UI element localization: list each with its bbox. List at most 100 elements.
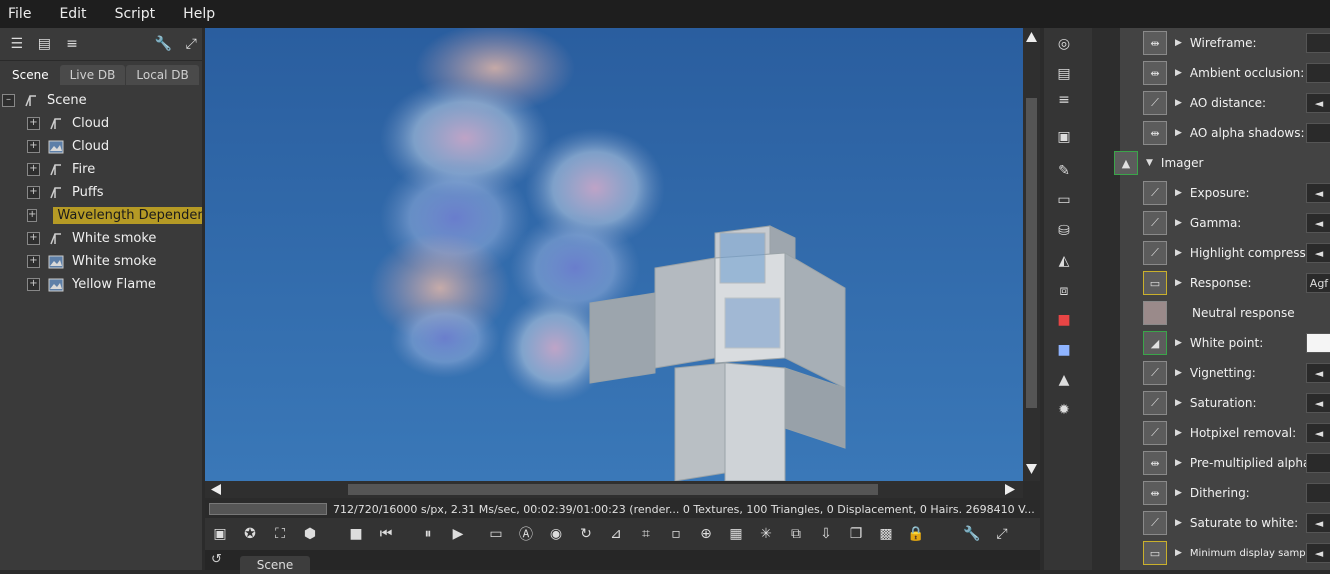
expand-arrow-icon[interactable]: ▶ — [1175, 68, 1182, 78]
cube-icon[interactable]: ⬢ — [299, 523, 321, 545]
layers-icon[interactable]: ❐ — [845, 523, 867, 545]
lock-icon[interactable]: 🔒 — [905, 523, 927, 545]
prop-row[interactable]: ⇹ ▶ Ambient occlusion: — [1120, 58, 1330, 88]
image-icon[interactable]: ▣ — [1054, 127, 1074, 147]
prop-row[interactable]: ⇹ ▶ AO alpha shadows: — [1120, 118, 1330, 148]
prop-row[interactable]: ⟋ ▶ Saturation: ◄ — [1120, 388, 1330, 418]
prop-row[interactable]: ⟋ ▶ Vignetting: ◄ — [1120, 358, 1330, 388]
tab-scene-bottom[interactable]: Scene — [240, 556, 310, 574]
tree-root[interactable]: – Scene — [0, 89, 202, 112]
value-stepper[interactable]: ◄ — [1306, 213, 1330, 233]
expand-arrow-icon[interactable]: ▶ — [1175, 428, 1182, 438]
expand-arrow-icon[interactable]: ▶ — [1175, 458, 1182, 468]
light-icon[interactable]: ✹ — [1054, 400, 1074, 420]
menu-file[interactable]: File — [8, 6, 31, 22]
material-icon[interactable]: ■ — [1054, 310, 1074, 330]
display-icon[interactable]: ▭ — [1054, 190, 1074, 210]
cube-icon[interactable]: ■ — [1054, 340, 1074, 360]
expand-arrow-icon[interactable]: ▶ — [1175, 98, 1182, 108]
expand-icon[interactable]: + — [27, 278, 40, 291]
tree-item[interactable]: + White smoke — [0, 250, 202, 273]
expand-icon[interactable]: + — [27, 186, 40, 199]
shape-icon[interactable]: ◭ — [1054, 251, 1074, 271]
value-stepper[interactable]: ◄ — [1306, 423, 1330, 443]
expand-arrow-icon[interactable]: ▶ — [1175, 548, 1182, 558]
play-icon[interactable]: ▶ — [447, 523, 469, 545]
measure-icon[interactable]: ⊿ — [605, 523, 627, 545]
refresh-icon[interactable]: ↺ — [211, 552, 222, 567]
expand-icon[interactable]: + — [27, 140, 40, 153]
float-pin-icon[interactable]: ⟋ — [1143, 211, 1167, 235]
texture-icon[interactable]: ⧈ — [1054, 281, 1074, 301]
expand-icon[interactable]: + — [27, 163, 40, 176]
tree-item[interactable]: + White smoke — [0, 227, 202, 250]
af-icon[interactable]: Ⓐ — [515, 523, 537, 545]
value-stepper[interactable]: ◄ — [1306, 363, 1330, 383]
toggle-pin-icon[interactable]: ⇹ — [1143, 61, 1167, 85]
expand-arrow-icon[interactable]: ▶ — [1175, 368, 1182, 378]
expand-arrow-icon[interactable]: ▶ — [1175, 128, 1182, 138]
tree-item-selected[interactable]: + Wavelength Dependen — [0, 204, 202, 227]
float-pin-icon[interactable]: ⟋ — [1143, 241, 1167, 265]
prop-row[interactable]: ⟋ ▶ Gamma: ◄ — [1120, 208, 1330, 238]
list-icon[interactable]: ☰ — [6, 33, 28, 55]
color-icon[interactable]: ◉ — [545, 523, 567, 545]
prop-row[interactable]: ▭ ▶ Minimum display samples:◄ — [1120, 538, 1330, 568]
cylinder-icon[interactable]: ⛁ — [1054, 221, 1074, 241]
picture-icon[interactable]: ▲ — [1054, 370, 1074, 390]
imager-node-icon[interactable]: ▲ — [1114, 151, 1138, 175]
collapse-icon[interactable]: – — [2, 94, 15, 107]
prop-row[interactable]: ⇹ ▶ Dithering: — [1120, 478, 1330, 508]
layers-icon[interactable]: ▤ — [1054, 64, 1074, 84]
expand-arrow-icon[interactable]: ▶ — [1175, 398, 1182, 408]
float-pin-icon[interactable]: ⟋ — [1143, 391, 1167, 415]
pause-icon[interactable]: ⏸ — [417, 523, 439, 545]
prop-row[interactable]: ▭ ▶ Response: Agf — [1120, 268, 1330, 298]
prop-row[interactable]: ⇹ ▶ Pre-multiplied alpha: — [1120, 448, 1330, 478]
expand-arrow-icon[interactable]: ▶ — [1175, 38, 1182, 48]
rewind-icon[interactable]: ⏮ — [375, 523, 397, 545]
value-stepper[interactable]: ◄ — [1306, 393, 1330, 413]
layers-icon[interactable]: ▤ — [34, 33, 56, 55]
region-icon[interactable]: ⛶ — [269, 523, 291, 545]
tree-item[interactable]: + Fire — [0, 158, 202, 181]
wrench-icon[interactable]: 🔧 — [153, 33, 175, 55]
checkbox[interactable] — [1306, 33, 1330, 53]
prop-row[interactable]: ⟋ ▶ AO distance: ◄ — [1120, 88, 1330, 118]
viewport-vertical-scrollbar[interactable] — [1023, 28, 1040, 481]
response-dropdown[interactable]: Agf — [1306, 273, 1330, 293]
int-pin-icon[interactable]: ▭ — [1143, 541, 1167, 565]
checker-icon[interactable]: ▩ — [875, 523, 897, 545]
toggle-pin-icon[interactable]: ⇹ — [1143, 121, 1167, 145]
section-imager[interactable]: ▲ ▼ Imager — [1114, 148, 1330, 178]
menu-edit[interactable]: Edit — [59, 6, 86, 22]
toggle-pin-icon[interactable]: ⇹ — [1143, 31, 1167, 55]
expand-icon[interactable]: + — [27, 232, 40, 245]
copy-icon[interactable]: ⧉ — [785, 523, 807, 545]
wrench-icon[interactable]: 🔧 — [961, 523, 983, 545]
float-pin-icon[interactable]: ⟋ — [1143, 91, 1167, 115]
expand-icon[interactable]: + — [27, 117, 40, 130]
checkbox[interactable] — [1306, 483, 1330, 503]
tree-item[interactable]: + Yellow Flame — [0, 273, 202, 296]
checkbox[interactable] — [1306, 123, 1330, 143]
collapse-arrow-icon[interactable]: ▼ — [1146, 158, 1153, 168]
stack-icon[interactable]: ≡ — [61, 33, 83, 55]
stack-icon[interactable]: ≡ — [1054, 90, 1074, 110]
expand-arrow-icon[interactable]: ▶ — [1175, 278, 1182, 288]
picture-icon[interactable]: ▣ — [209, 523, 231, 545]
expand-arrow-icon[interactable]: ▶ — [1175, 218, 1182, 228]
grid-icon[interactable]: ▦ — [725, 523, 747, 545]
crop-icon[interactable]: ⌗ — [635, 523, 657, 545]
float-pin-icon[interactable]: ⟋ — [1143, 421, 1167, 445]
prop-row[interactable]: ◢ ▶ White point: — [1120, 328, 1330, 358]
spark-icon[interactable]: ✳ — [755, 523, 777, 545]
menu-script[interactable]: Script — [115, 6, 156, 22]
box-icon[interactable]: ▫ — [665, 523, 687, 545]
value-stepper[interactable]: ◄ — [1306, 543, 1330, 563]
fullscreen-icon[interactable]: ⤢ — [991, 523, 1013, 545]
camera-icon[interactable]: ◎ — [1054, 34, 1074, 54]
prop-row[interactable]: ⟋ ▶ Saturate to white: ◄ — [1120, 508, 1330, 538]
tab-scene[interactable]: Scene — [2, 65, 59, 85]
expand-icon[interactable]: + — [27, 209, 38, 222]
